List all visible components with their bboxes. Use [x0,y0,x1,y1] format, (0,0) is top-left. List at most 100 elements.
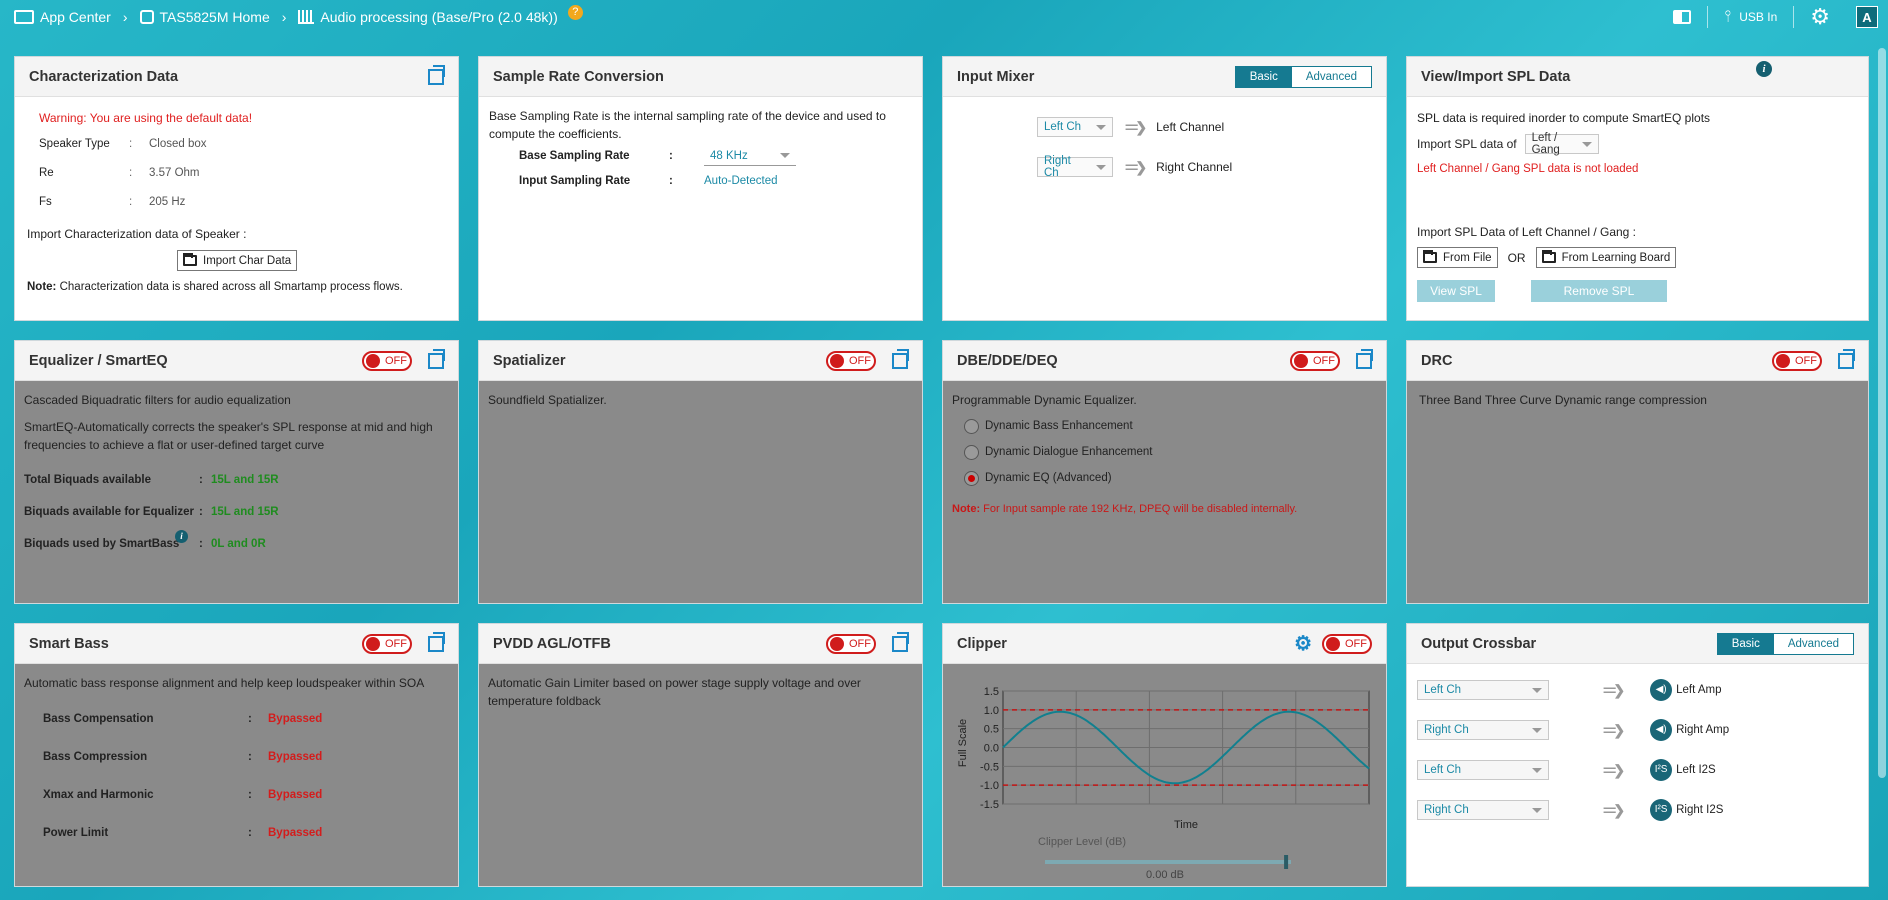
colon: : [248,751,252,763]
crossbar-target-label: Right Amp [1676,724,1730,736]
or-label: OR [1507,250,1526,265]
note-label: Note: [27,281,57,293]
pvdd-toggle[interactable]: OFF [826,633,876,654]
y-tick-label: -0.5 [980,761,999,773]
toggle-knob [830,353,844,368]
clipper-panel: Clipper ⚙ OFF Full Scale Time Clipper Le… [942,623,1387,887]
popout-icon[interactable] [892,631,909,652]
usb-status[interactable]: ⫯ USB In [1708,6,1793,28]
breadcrumb-device[interactable]: TAS5825M Home [160,9,270,25]
clipper-toggle[interactable]: OFF [1322,633,1372,654]
biquad-row: Biquads used by SmartBass i:0L and 0R [24,528,449,560]
breadcrumb-app-center[interactable]: App Center [40,9,111,25]
panel-title: DRC [1421,352,1453,369]
crossbar-source-dropdown[interactable]: Left Ch [1417,760,1549,780]
mixer-source-dropdown[interactable]: Left Ch [1037,117,1113,137]
device-toggle[interactable] [1657,6,1707,28]
mixer-source-dropdown[interactable]: Right Ch [1037,155,1113,179]
from-learning-board-button[interactable]: From Learning Board [1535,247,1677,268]
spatializer-toggle[interactable]: OFF [826,350,876,371]
crossbar-source-dropdown[interactable]: Left Ch [1417,680,1549,700]
smart-bass-toggle[interactable]: OFF [362,633,412,654]
tab-basic[interactable]: Basic [1717,633,1774,654]
dbe-option[interactable]: Dynamic EQ (Advanced) [964,465,1377,491]
tab-advanced[interactable]: Advanced [1291,66,1371,87]
view-spl-button[interactable]: View SPL [1417,280,1495,302]
panel-title: DBE/DDE/DEQ [957,352,1058,369]
popout-icon[interactable] [1838,348,1855,369]
avatar[interactable]: A [1856,6,1878,28]
spl-channel-dropdown[interactable]: Left / Gang [1524,132,1599,156]
characterization-rows: Speaker Type: Closed box Re: 3.57 Ohm Fs: 205… [27,129,446,216]
src-description: Base Sampling Rate is the internal sampl… [489,109,886,141]
spl-import-buttons: From File OR From Learning Board [1417,247,1858,268]
equalizer-toggle[interactable]: OFF [362,350,412,371]
drc-toggle[interactable]: OFF [1772,350,1822,371]
settings-button[interactable]: ⚙ [1794,6,1846,28]
dbe-options: Dynamic Bass Enhancement Dynamic Dialogue… [952,413,1377,491]
from-file-button[interactable]: From File [1417,247,1498,268]
mixer-source-value: Right Ch [1044,155,1071,179]
row-label: Xmax and Harmonic [43,789,154,801]
folder-icon [1423,250,1437,263]
help-badge-icon[interactable]: ? [567,4,583,20]
row-value: Bypassed [268,827,323,839]
row-value: Closed box [149,137,207,150]
input-mixer-rows: Left Ch ==❯ Left Channel Right Ch ==❯ Right C… [943,97,1386,197]
info-icon[interactable]: i [175,530,188,543]
folder-icon [183,253,197,266]
smart-bass-panel: Smart Bass OFF Automatic bass response a… [14,623,459,887]
dbe-toggle[interactable]: OFF [1290,350,1340,371]
popout-icon[interactable] [428,348,445,369]
remove-spl-button[interactable]: Remove SPL [1531,280,1667,302]
crossbar-source-dropdown[interactable]: Right Ch [1417,800,1549,820]
dbe-option[interactable]: Dynamic Bass Enhancement [964,413,1377,439]
spl-not-loaded-warning: Left Channel / Gang SPL data is not load… [1417,163,1639,175]
spl-data-panel: View/Import SPL Data i SPL data is requi… [1406,56,1869,321]
crossbar-source-value: Right Ch [1424,724,1469,736]
from-learning-board-label: From Learning Board [1561,251,1671,264]
speaker-icon: ◀) [1650,719,1673,741]
base-rate-label: Base Sampling Rate [519,150,630,162]
base-rate-dropdown[interactable]: 48 KHz [704,146,796,166]
popout-icon[interactable] [428,64,445,85]
import-char-data-button[interactable]: Import Char Data [177,250,298,271]
chevron-down-icon [1096,124,1106,130]
tab-basic[interactable]: Basic [1235,66,1292,87]
crossbar-row: Right Ch ==❯ ◀) Right Amp [1417,710,1858,750]
popout-icon[interactable] [1356,348,1373,369]
characterization-note: Note: Characterization data is shared ac… [27,281,446,293]
clipper-slider-handle[interactable] [1284,855,1289,869]
panel-header: DRC OFF [1407,341,1868,381]
panel-title: Clipper [957,635,1007,652]
crossbar-source-dropdown[interactable]: Right Ch [1417,720,1549,740]
characterization-panel: Characterization Data Warning: You are u… [14,56,459,321]
toggle-knob [830,636,844,651]
spatializer-panel: Spatializer OFF Soundfield Spatializer. [478,340,923,604]
panel-title: Characterization Data [29,68,179,85]
radio-button[interactable] [964,444,979,460]
dbe-option-label: Dynamic Bass Enhancement [985,420,1133,432]
colon: : [199,538,203,550]
equalizer-panel: Equalizer / SmartEQ OFF Cascaded Biquadr… [14,340,459,604]
clipper-settings-gear-icon[interactable]: ⚙ [1294,631,1312,656]
page-scrollbar[interactable] [1878,48,1886,778]
mode-toggle: Basic Advanced [1716,632,1854,655]
radio-button[interactable] [964,418,979,434]
row-value: Bypassed [268,713,323,725]
popout-icon[interactable] [892,348,909,369]
mixer-source-value: Left Ch [1044,121,1082,133]
tab-advanced[interactable]: Advanced [1773,633,1853,654]
popout-icon[interactable] [428,631,445,652]
clipper-slider-track[interactable] [1045,860,1291,864]
dbe-option[interactable]: Dynamic Dialogue Enhancement [964,439,1377,465]
toggle-knob [366,353,380,368]
row-label-text: Biquads used by SmartBass [24,538,180,550]
note-label: Note: [952,503,981,515]
radio-button[interactable] [964,470,979,486]
base-rate-row: Base Sampling Rate : 48 KHz [489,143,912,169]
info-icon[interactable]: i [1756,61,1772,77]
dbe-option-label: Dynamic EQ (Advanced) [985,472,1112,484]
chevron-down-icon [1532,727,1542,733]
bars-icon [298,10,315,24]
